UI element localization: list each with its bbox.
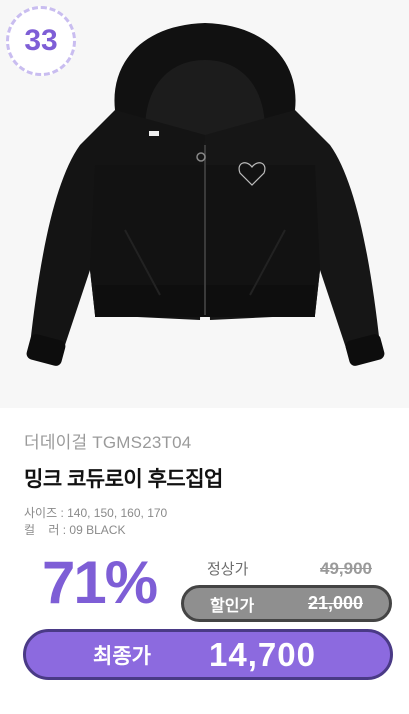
final-price: 14,700 <box>209 635 316 673</box>
product-name[interactable]: 밍크 코듀로이 후드집업 <box>24 463 389 493</box>
final-price-label: 최종가 <box>93 644 151 668</box>
product-photo[interactable]: 33 <box>0 0 409 408</box>
rank-number: 33 <box>24 24 58 57</box>
sale-price-badge: 할인가 21,000 <box>181 585 392 622</box>
normal-price-label: 정상가 <box>207 561 249 578</box>
sale-price-label: 할인가 <box>210 597 255 615</box>
rank-badge: 33 <box>6 6 76 76</box>
color-option: 컬 러 : 09 BLACK <box>24 523 126 537</box>
discount-rate: 71% <box>42 549 158 616</box>
product-info: 더데이걸 TGMS23T04 밍크 코듀로이 후드집업 사이즈 : 140, 1… <box>24 428 389 539</box>
hoodie-jacket-image <box>26 23 385 366</box>
size-options: 사이즈 : 140, 150, 160, 170 <box>24 506 168 520</box>
normal-price: 49,900 <box>320 558 372 578</box>
final-price-button[interactable]: 최종가 14,700 <box>23 629 393 680</box>
sale-price: 21,000 <box>307 593 363 613</box>
product-brand: 더데이걸 TGMS23T04 <box>24 433 192 452</box>
normal-price-row: 정상가 49,900 <box>207 558 372 579</box>
